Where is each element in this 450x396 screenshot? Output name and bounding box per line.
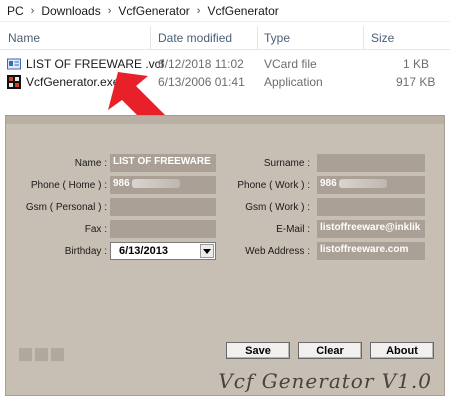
- redaction: [131, 178, 180, 188]
- fax-label: Fax :: [84, 224, 107, 235]
- surname-label: Surname :: [263, 158, 310, 169]
- phone-home-value: 986: [113, 178, 130, 189]
- breadcrumb: PC › Downloads › VcfGenerator › VcfGener…: [0, 0, 450, 22]
- file-size: 917 KB: [396, 75, 436, 89]
- web-address-label: Web Address :: [245, 246, 310, 257]
- file-type: VCard file: [264, 57, 317, 71]
- file-date: 6/12/2018 11:02: [158, 57, 244, 71]
- column-date[interactable]: Date modified: [158, 31, 232, 45]
- file-type: Application: [264, 75, 323, 89]
- web-address-field[interactable]: listoffreeware.com: [317, 242, 425, 260]
- column-divider[interactable]: [257, 26, 258, 50]
- column-divider[interactable]: [363, 26, 364, 50]
- window-square: [19, 348, 32, 361]
- email-value: listoffreeware@inklik: [320, 222, 421, 233]
- gsm-personal-field[interactable]: [110, 198, 216, 216]
- window-title-bar[interactable]: [6, 116, 444, 124]
- email-field[interactable]: listoffreeware@inklik: [317, 220, 425, 238]
- birthday-label: Birthday :: [64, 246, 107, 257]
- dropdown-arrow-icon[interactable]: [200, 244, 214, 258]
- save-button[interactable]: Save: [226, 342, 290, 359]
- breadcrumb-downloads[interactable]: Downloads: [37, 4, 104, 18]
- column-size[interactable]: Size: [371, 31, 394, 45]
- column-name[interactable]: Name: [8, 31, 40, 45]
- phone-work-label: Phone ( Work ) :: [237, 180, 310, 191]
- vcard-file-icon: [7, 58, 21, 70]
- fax-field[interactable]: [110, 220, 216, 238]
- column-header: Name Date modified Type Size: [0, 26, 450, 50]
- web-address-value: listoffreeware.com: [320, 244, 409, 255]
- phone-work-value: 986: [320, 178, 337, 189]
- brand-logo: Vcf Generator V1.0: [218, 369, 432, 393]
- redaction: [338, 178, 387, 188]
- name-field[interactable]: LIST OF FREEWARE: [110, 154, 216, 172]
- file-row[interactable]: VcfGenerator.exe 6/13/2006 01:41 Applica…: [0, 73, 450, 91]
- phone-home-label: Phone ( Home ) :: [30, 180, 107, 191]
- name-value: LIST OF FREEWARE: [113, 156, 211, 167]
- phone-work-field[interactable]: 986: [317, 176, 425, 194]
- window-square: [35, 348, 48, 361]
- breadcrumb-vcfgenerator-current[interactable]: VcfGenerator: [203, 4, 282, 18]
- chevron-right-icon[interactable]: ›: [194, 5, 204, 17]
- clear-button[interactable]: Clear: [298, 342, 362, 359]
- email-label: E-Mail :: [276, 224, 310, 235]
- gsm-personal-label: Gsm ( Personal ) :: [25, 202, 107, 213]
- breadcrumb-pc[interactable]: PC: [3, 4, 28, 18]
- phone-home-field[interactable]: 986: [110, 176, 216, 194]
- about-button[interactable]: About: [370, 342, 434, 359]
- vcf-generator-window: Name : LIST OF FREEWARE Phone ( Home ) :…: [5, 115, 445, 396]
- breadcrumb-vcfgenerator[interactable]: VcfGenerator: [114, 4, 193, 18]
- application-icon: [7, 75, 21, 89]
- column-type[interactable]: Type: [264, 31, 290, 45]
- gsm-work-label: Gsm ( Work ) :: [245, 202, 310, 213]
- name-label: Name :: [74, 158, 107, 169]
- chevron-right-icon[interactable]: ›: [28, 5, 38, 17]
- window-square: [51, 348, 64, 361]
- gsm-work-field[interactable]: [317, 198, 425, 216]
- file-row[interactable]: LIST OF FREEWARE .vcf 6/12/2018 11:02 VC…: [0, 55, 450, 73]
- file-size: 1 KB: [403, 57, 430, 71]
- file-name: LIST OF FREEWARE .vcf: [26, 57, 165, 71]
- birthday-value: 6/13/2013: [119, 245, 168, 257]
- chevron-right-icon[interactable]: ›: [105, 5, 115, 17]
- surname-field[interactable]: [317, 154, 425, 172]
- birthday-picker[interactable]: 6/13/2013: [110, 242, 216, 260]
- column-divider[interactable]: [150, 26, 151, 50]
